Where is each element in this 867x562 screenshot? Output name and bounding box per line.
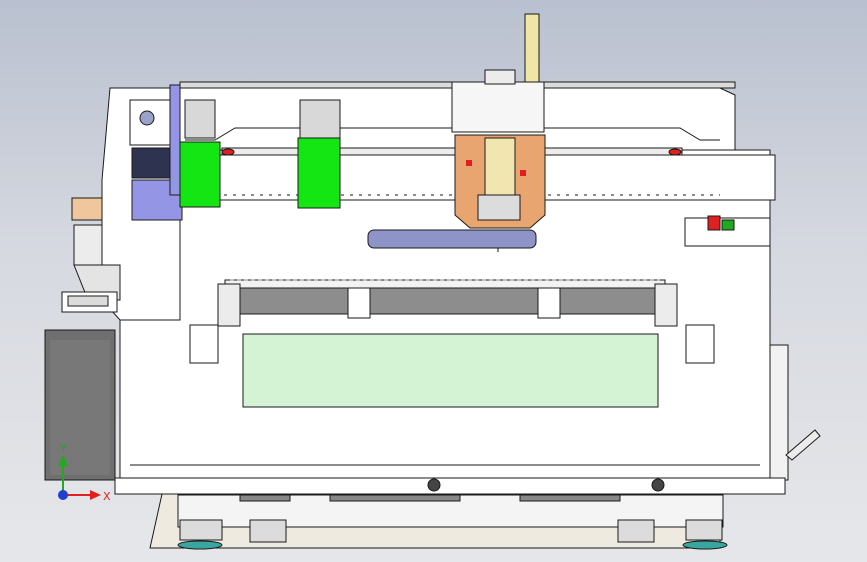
front-panel <box>242 333 659 408</box>
origin-marker <box>58 490 68 500</box>
left-column <box>61 84 183 321</box>
right-pipe <box>769 344 821 481</box>
x-axis-label: X <box>103 490 111 503</box>
right-sensor <box>684 215 771 247</box>
y-axis-label: Y <box>59 442 67 455</box>
control-cabinet <box>44 329 116 481</box>
machine-base <box>149 493 728 550</box>
cad-viewport[interactable]: Y X <box>0 0 867 562</box>
cnc-machine-drawing: Y X <box>44 13 821 550</box>
spindle-head <box>451 69 546 252</box>
dust-pipe <box>367 229 537 249</box>
